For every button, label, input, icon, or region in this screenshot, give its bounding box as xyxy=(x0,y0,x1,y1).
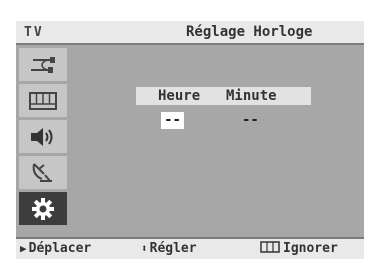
source-label: TV xyxy=(24,25,44,40)
ignore-label: Ignorer xyxy=(283,241,338,256)
hour-header: Heure xyxy=(158,88,201,104)
minute-header: Minute xyxy=(226,88,277,104)
move-arrow-icon: ▶ xyxy=(20,242,27,255)
hour-field[interactable]: -- xyxy=(161,112,184,129)
sidebar-item-channel[interactable] xyxy=(19,156,67,189)
sound-speaker-icon xyxy=(31,127,53,146)
up-down-arrow-icon: ⬍ xyxy=(141,242,148,255)
sidebar-item-input[interactable] xyxy=(19,48,67,81)
setup-gear-icon xyxy=(32,197,54,220)
move-label: Déplacer xyxy=(28,241,92,256)
title-bar: TV Réglage Horloge xyxy=(16,21,364,45)
sidebar-item-picture[interactable] xyxy=(19,84,67,117)
adjust-hint: ⬍ Régler xyxy=(141,241,197,256)
clock-column-headers: Heure Minute xyxy=(136,87,311,105)
move-hint: ▶ Déplacer xyxy=(20,241,91,256)
sidebar-item-sound[interactable] xyxy=(19,120,67,153)
sidebar-item-setup[interactable] xyxy=(19,192,67,225)
menu-title: Réglage Horloge xyxy=(186,24,313,40)
help-bar: ▶ Déplacer ⬍ Régler Ignorer xyxy=(16,237,364,259)
channel-antenna-icon xyxy=(32,162,52,182)
picture-icon xyxy=(29,91,57,110)
menu-button-icon xyxy=(260,241,280,253)
input-plug-icon xyxy=(31,56,55,73)
adjust-label: Régler xyxy=(149,241,197,256)
sidebar xyxy=(19,48,67,228)
osd-menu: TV Réglage Horloge Heure Minute -- -- ▶ … xyxy=(16,21,364,259)
ignore-hint: Ignorer xyxy=(260,241,338,256)
minute-field[interactable]: -- xyxy=(242,112,259,129)
